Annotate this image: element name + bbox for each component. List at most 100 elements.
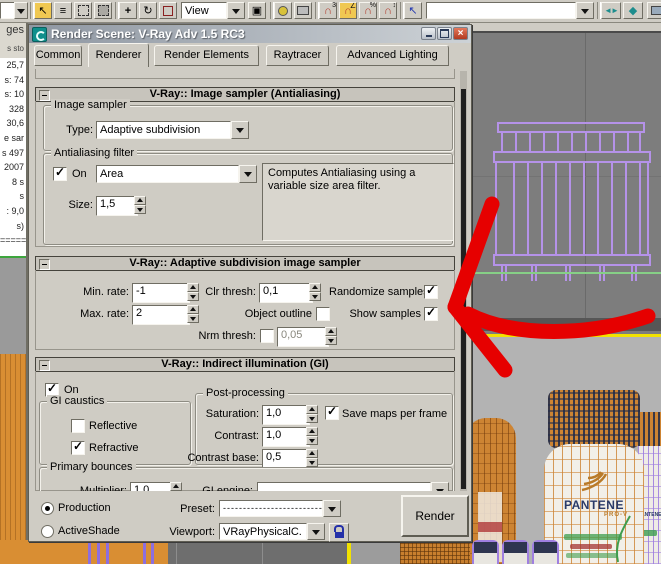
- object-outline-checkbox[interactable]: [316, 307, 330, 321]
- layer-manager-icon[interactable]: [647, 2, 661, 19]
- maximize-button[interactable]: [437, 27, 452, 40]
- saturation-label: Saturation:: [205, 408, 259, 420]
- production-radio[interactable]: [41, 502, 54, 515]
- combo-arrow-icon[interactable]: [323, 500, 341, 517]
- selection-region-icon[interactable]: [74, 2, 92, 19]
- spinner-up-icon[interactable]: [306, 427, 318, 436]
- use-center-icon[interactable]: ▣: [248, 2, 266, 19]
- combo-arrow-icon[interactable]: [227, 2, 245, 19]
- contrast-field[interactable]: 1,0: [262, 427, 310, 447]
- activeshade-radio[interactable]: [41, 525, 54, 538]
- tab-raytracer[interactable]: Raytracer: [266, 45, 329, 66]
- viewport[interactable]: PANTENE PANTENE PRO-V: [470, 22, 661, 564]
- window-crossing-icon[interactable]: [94, 2, 112, 19]
- edit-named-selections-icon[interactable]: ↖: [404, 2, 422, 19]
- collapse-icon[interactable]: [39, 90, 50, 101]
- tab-renderer[interactable]: Renderer: [88, 43, 149, 67]
- contrast-spinner[interactable]: [306, 427, 318, 445]
- screen: ges s sto 25,7 s: 74 s: 10 328 30,6 e sa…: [0, 0, 661, 564]
- nrm-thresh-field[interactable]: 0,05: [277, 327, 329, 347]
- purple-wire: [106, 540, 109, 564]
- spinner-down-icon[interactable]: [309, 292, 321, 301]
- post-processing-group-label: Post-processing: [203, 387, 288, 399]
- refractive-checkbox[interactable]: [71, 439, 85, 455]
- reference-coordinate-combo[interactable]: View: [181, 2, 245, 19]
- selection-filter-combo-arrow-icon[interactable]: [14, 2, 28, 19]
- rollout-scrollbar-thumb[interactable]: [461, 89, 466, 489]
- dialog-titlebar[interactable]: Render Scene: V-Ray Adv 1.5 RC3 ×: [29, 25, 471, 43]
- rollout-gi-header[interactable]: V-Ray:: Indirect illumination (GI): [35, 357, 455, 372]
- nrm-thresh-checkbox[interactable]: [260, 329, 274, 343]
- size-field[interactable]: 1,5: [96, 196, 138, 216]
- show-samples-checkbox[interactable]: [424, 305, 438, 321]
- aa-filter-dropdown[interactable]: Area: [96, 165, 257, 183]
- aa-filter-value: Area: [96, 165, 239, 183]
- combo-arrow-icon[interactable]: [231, 121, 249, 139]
- size-spinner[interactable]: [134, 196, 146, 214]
- viewport-dropdown[interactable]: VRayPhysicalC.: [219, 523, 325, 540]
- max-rate-spinner[interactable]: [187, 305, 199, 323]
- spinner-down-icon[interactable]: [325, 336, 337, 345]
- angle-snap-icon[interactable]: ∩ ∠: [339, 2, 357, 19]
- saturation-spinner[interactable]: [306, 405, 318, 423]
- jar-cap: [474, 542, 497, 553]
- close-button[interactable]: ×: [453, 27, 468, 40]
- combo-arrow-icon[interactable]: [576, 2, 594, 19]
- spinner-up-icon[interactable]: [134, 196, 146, 205]
- clr-thresh-field[interactable]: 0,1: [259, 283, 313, 303]
- spinner-up-icon[interactable]: [325, 327, 337, 336]
- spinner-down-icon[interactable]: [306, 414, 318, 423]
- combo-arrow-icon[interactable]: [431, 482, 449, 491]
- collapse-icon[interactable]: [39, 360, 50, 371]
- spinner-up-icon[interactable]: [187, 305, 199, 314]
- clr-thresh-spinner[interactable]: [309, 283, 321, 301]
- snap-toggle-3d-icon[interactable]: ∩ 3: [319, 2, 337, 19]
- viewport-bottom-view[interactable]: PANTENE PANTENE PRO-V: [470, 337, 661, 564]
- primary-bounces-group-label: Primary bounces: [47, 461, 136, 473]
- max-rate-field[interactable]: 2: [132, 305, 190, 325]
- preset-dropdown[interactable]: -------------------------: [219, 500, 341, 517]
- mirror-icon[interactable]: ◄►: [601, 2, 621, 19]
- spinner-down-icon[interactable]: [134, 205, 146, 214]
- select-by-name-icon[interactable]: ≡: [54, 2, 72, 19]
- reflective-checkbox[interactable]: [71, 419, 85, 433]
- saturation-field[interactable]: 1,0: [262, 405, 310, 425]
- select-object-icon[interactable]: ↖: [34, 2, 52, 19]
- rollout-adaptive-header[interactable]: V-Ray:: Adaptive subdivision image sampl…: [35, 256, 455, 271]
- minimize-button[interactable]: [421, 27, 436, 40]
- nrm-thresh-spinner[interactable]: [325, 327, 337, 345]
- named-selection-sets-combo[interactable]: [426, 2, 594, 19]
- render-button[interactable]: Render: [401, 495, 469, 537]
- select-rotate-icon[interactable]: ↻: [139, 2, 157, 19]
- select-move-icon[interactable]: +: [119, 2, 137, 19]
- randomize-samples-checkbox[interactable]: [424, 283, 438, 299]
- percent-snap-icon[interactable]: ∩%: [359, 2, 377, 19]
- aa-on-checkbox[interactable]: [53, 165, 67, 181]
- reference-coordinate-value: View: [181, 2, 227, 19]
- viewport-top-view[interactable]: [470, 33, 661, 337]
- spinner-up-icon[interactable]: [170, 482, 182, 491]
- spinner-up-icon[interactable]: [306, 405, 318, 414]
- align-icon[interactable]: ◆: [623, 2, 643, 19]
- save-maps-checkbox[interactable]: [325, 404, 339, 420]
- multiplier-field[interactable]: 1,0: [130, 482, 174, 491]
- spinner-snap-icon[interactable]: ∩ ↕: [379, 2, 397, 19]
- tab-advanced-lighting[interactable]: Advanced Lighting: [336, 45, 449, 66]
- type-label: Type:: [66, 124, 93, 136]
- gi-engine-dropdown[interactable]: [257, 482, 449, 491]
- viewport-lock-button[interactable]: [329, 523, 349, 542]
- keyboard-override-icon[interactable]: [294, 2, 312, 19]
- spinner-up-icon[interactable]: [309, 283, 321, 292]
- spinner-down-icon[interactable]: [187, 314, 199, 323]
- collapse-icon[interactable]: [39, 259, 50, 270]
- spinner-down-icon[interactable]: [306, 436, 318, 445]
- tab-render-elements[interactable]: Render Elements: [154, 45, 259, 66]
- combo-arrow-icon[interactable]: [307, 523, 325, 540]
- combo-arrow-icon[interactable]: [239, 165, 257, 183]
- multiplier-spinner[interactable]: [170, 482, 182, 491]
- tab-common[interactable]: Common: [34, 45, 82, 66]
- select-manipulate-icon[interactable]: [274, 2, 292, 19]
- select-scale-icon[interactable]: [159, 2, 177, 19]
- activeshade-label: ActiveShade: [58, 525, 120, 537]
- sampler-type-dropdown[interactable]: Adaptive subdivision: [96, 121, 249, 139]
